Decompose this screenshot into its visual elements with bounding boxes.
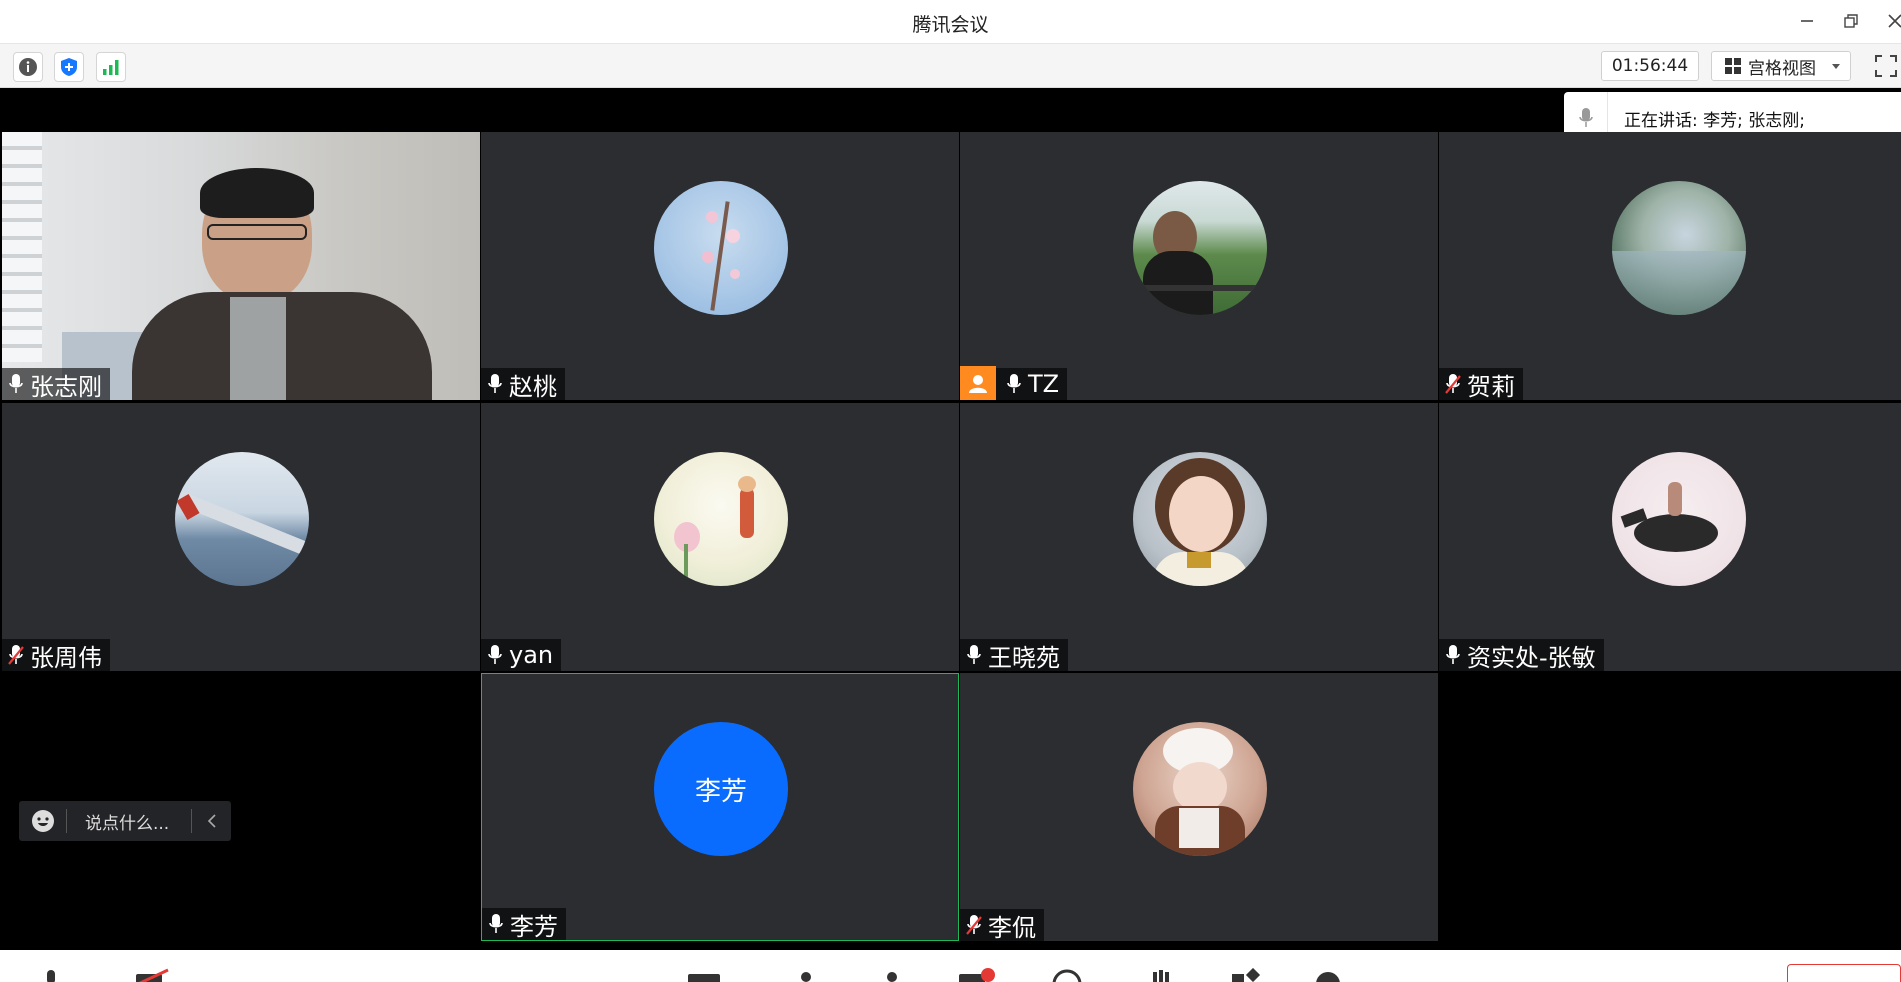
end-meeting-button[interactable] xyxy=(1787,964,1901,982)
participant-name-bar: 李芳 xyxy=(482,908,566,940)
avatar xyxy=(1133,722,1267,856)
window-title: 腾讯会议 xyxy=(912,14,989,36)
meeting-toolbar: 01:56:44 宫格视图 xyxy=(0,44,1901,88)
raise-hand-icon[interactable] xyxy=(1149,968,1173,982)
video-feed xyxy=(2,132,480,400)
speaking-text: 正在讲话: 李芳; 张志刚; xyxy=(1624,110,1805,131)
participant-name-bar: 李侃 xyxy=(960,909,1044,941)
restore-icon xyxy=(1844,14,1858,28)
avatar xyxy=(175,452,309,586)
emoji-button[interactable] xyxy=(19,809,67,833)
participant-tile[interactable]: 张周伟 xyxy=(2,403,480,671)
collapse-chat-button[interactable] xyxy=(191,809,231,833)
participant-name-bar: 张周伟 xyxy=(2,639,110,671)
close-button[interactable] xyxy=(1880,8,1901,34)
participant-tile[interactable]: 赵桃 xyxy=(481,132,959,400)
meeting-info-button[interactable] xyxy=(13,52,43,82)
settings-gear-icon[interactable] xyxy=(1312,968,1344,982)
mic-icon xyxy=(964,643,984,667)
participant-name-bar: 资实处-张敏 xyxy=(1439,639,1604,671)
participant-tile-active-speaker[interactable]: 李芳 李芳 xyxy=(481,673,959,941)
security-button[interactable] xyxy=(54,52,84,82)
grid-view-icon xyxy=(1725,58,1741,74)
participant-name-bar: 贺莉 xyxy=(1439,368,1523,400)
chat-input-bar[interactable]: 说点什么... xyxy=(19,801,231,841)
host-person-icon xyxy=(969,375,987,393)
avatar xyxy=(1133,452,1267,586)
bottom-control-bar xyxy=(0,950,1901,982)
participant-name: 赵桃 xyxy=(509,372,557,401)
participant-name: 李侃 xyxy=(988,913,1036,942)
host-badge xyxy=(960,366,996,400)
participant-name: TZ xyxy=(1028,370,1060,398)
close-icon xyxy=(1888,14,1901,28)
participant-tile[interactable]: 资实处-张敏 xyxy=(1439,403,1901,671)
avatar xyxy=(654,181,788,315)
participants-icon[interactable] xyxy=(882,968,904,982)
participant-name: 张周伟 xyxy=(30,643,102,672)
avatar xyxy=(654,452,788,586)
mic-muted-icon xyxy=(964,913,984,937)
mic-icon xyxy=(485,643,505,667)
emoji-icon xyxy=(31,810,54,832)
chat-icon[interactable] xyxy=(957,968,999,982)
avatar: 李芳 xyxy=(654,722,788,856)
participant-name: 张志刚 xyxy=(30,372,102,401)
mic-icon xyxy=(486,912,506,936)
mic-icon xyxy=(6,372,26,396)
mic-icon xyxy=(1443,643,1463,667)
invite-icon[interactable] xyxy=(798,968,814,982)
view-mode-label: 宫格视图 xyxy=(1748,58,1816,79)
participant-name: 王晓苑 xyxy=(988,643,1060,672)
fullscreen-button[interactable] xyxy=(1874,54,1898,78)
mic-muted-icon xyxy=(6,643,26,667)
participant-name: yan xyxy=(509,641,554,669)
network-status-button[interactable] xyxy=(96,52,126,82)
chat-placeholder[interactable]: 说点什么... xyxy=(67,809,191,834)
participant-name-bar: 赵桃 xyxy=(481,368,565,400)
apps-icon[interactable] xyxy=(1230,968,1262,982)
shield-icon xyxy=(61,58,77,76)
microphone-icon[interactable] xyxy=(42,968,60,982)
participant-name-bar: TZ xyxy=(960,366,1068,400)
participant-tile[interactable]: 贺莉 xyxy=(1439,132,1901,400)
avatar xyxy=(1612,452,1746,586)
participant-name: 李芳 xyxy=(510,912,558,941)
participant-name-bar: 张志刚 xyxy=(2,368,110,400)
participant-name-bar: yan xyxy=(481,639,562,671)
restore-button[interactable] xyxy=(1836,8,1866,34)
mic-muted-icon xyxy=(1443,372,1463,396)
participant-tile[interactable]: 张志刚 xyxy=(2,132,480,400)
participant-tile[interactable]: 王晓苑 xyxy=(960,403,1438,671)
minimize-button[interactable] xyxy=(1792,8,1822,34)
share-screen-icon[interactable] xyxy=(686,968,722,982)
mic-icon xyxy=(485,372,505,396)
participant-name-bar: 王晓苑 xyxy=(960,639,1068,671)
participant-tile[interactable]: TZ xyxy=(960,132,1438,400)
avatar xyxy=(1612,181,1746,315)
chevron-left-icon xyxy=(207,814,216,828)
meeting-timer: 01:56:44 xyxy=(1601,51,1699,81)
participant-tile[interactable]: yan xyxy=(481,403,959,671)
mic-icon xyxy=(1004,372,1024,396)
participant-name: 贺莉 xyxy=(1467,372,1515,401)
chevron-down-icon xyxy=(1832,64,1840,69)
participant-tile[interactable]: 李侃 xyxy=(960,673,1438,941)
participant-name: 资实处-张敏 xyxy=(1467,643,1596,672)
camera-off-icon[interactable] xyxy=(134,968,172,982)
view-mode-dropdown[interactable]: 宫格视图 xyxy=(1711,51,1851,81)
avatar xyxy=(1133,181,1267,315)
title-bar: 腾讯会议 xyxy=(0,0,1901,44)
minimize-icon xyxy=(1801,20,1813,22)
fullscreen-icon xyxy=(1875,55,1897,77)
info-icon xyxy=(19,58,37,76)
avatar-initials: 李芳 xyxy=(694,776,747,807)
signal-bars-icon xyxy=(103,60,119,75)
record-icon[interactable] xyxy=(1050,968,1084,982)
